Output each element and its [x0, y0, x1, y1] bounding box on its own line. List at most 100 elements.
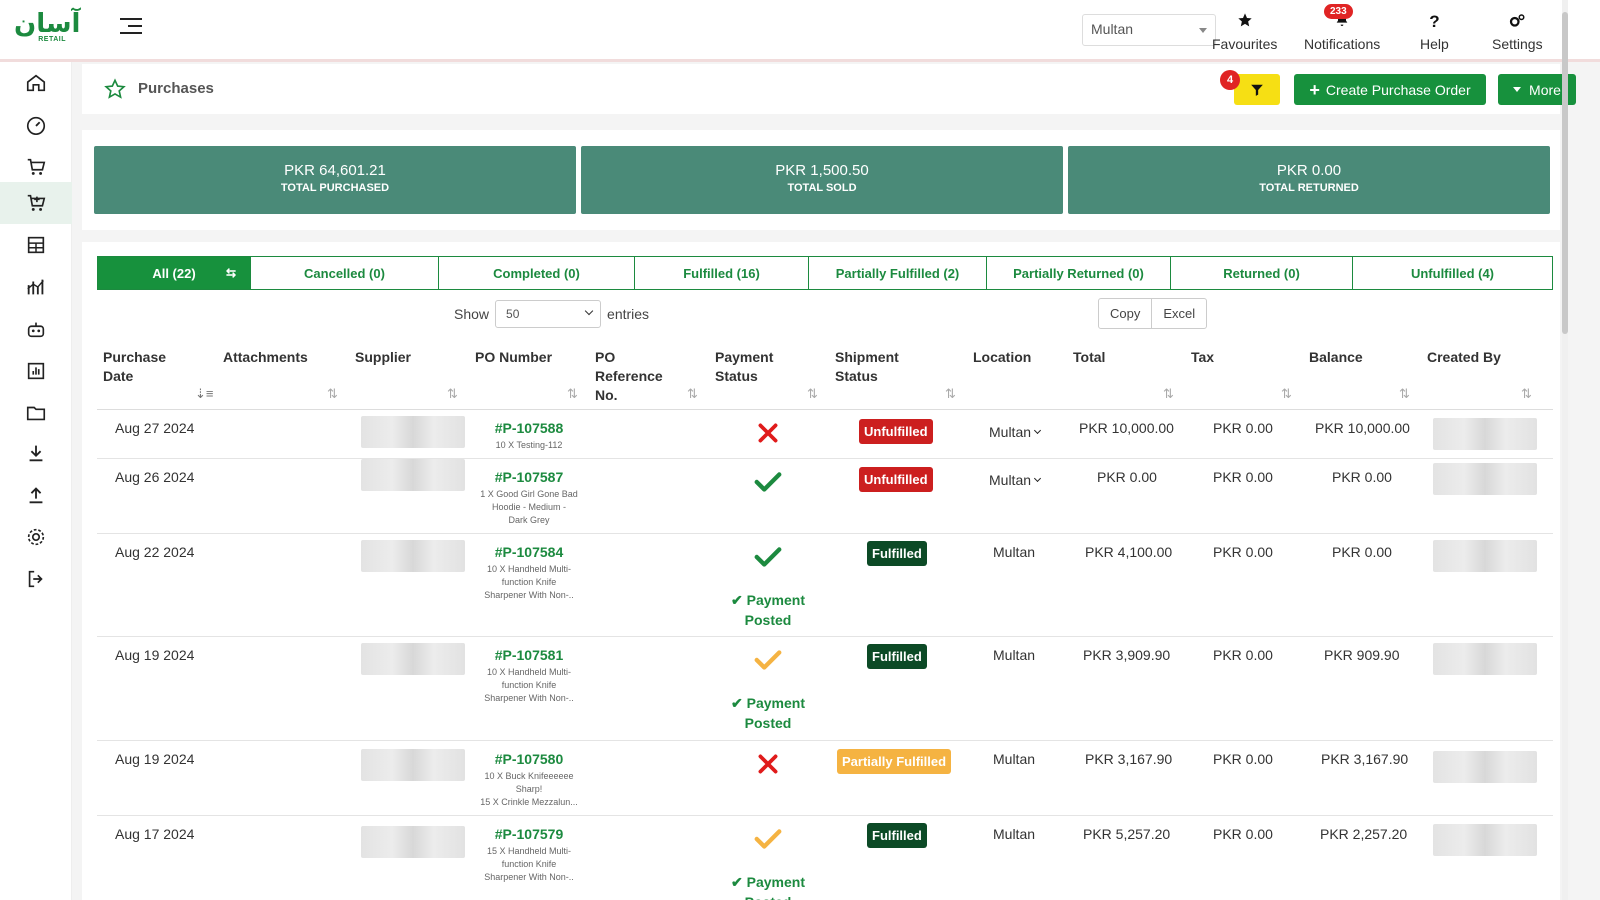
- page-header: Purchases 4 + Create Purchase Order More: [82, 64, 1576, 114]
- gear-icon: [27, 528, 45, 546]
- copy-button[interactable]: Copy: [1099, 299, 1153, 328]
- entries-select[interactable]: 50: [495, 300, 602, 328]
- po-number-link[interactable]: #P-107587: [469, 469, 589, 485]
- sidebar-item-bot[interactable]: [0, 308, 72, 350]
- table-row[interactable]: Aug 26 2024 #P-107587 1 X Good Girl Gone…: [97, 459, 1553, 534]
- tab-returned[interactable]: Returned (0): [1171, 256, 1353, 290]
- column-header-attachments[interactable]: Attachments: [223, 348, 308, 367]
- sidebar-item-dashboard[interactable]: [0, 104, 72, 146]
- menu-toggle-icon[interactable]: [120, 18, 142, 38]
- favourites-button[interactable]: Favourites: [1212, 12, 1277, 52]
- sort-icon[interactable]: ⇅: [945, 386, 956, 402]
- created-by-redacted: [1433, 418, 1537, 450]
- po-description-line: 10 X Handheld Multi-: [486, 564, 572, 574]
- tab-fulfilled[interactable]: Fulfilled (16): [635, 256, 809, 290]
- table-row[interactable]: Aug 19 2024 #P-107581 10 X Handheld Mult…: [97, 637, 1553, 741]
- sidebar-item-reports[interactable]: [0, 266, 72, 308]
- tab-completed[interactable]: Completed (0): [439, 256, 635, 290]
- column-header-payment-status[interactable]: Payment Status: [715, 348, 795, 386]
- notification-count-badge: 233: [1324, 4, 1353, 19]
- tab-all[interactable]: All (22) ⇆: [97, 256, 251, 290]
- po-description-line: 10 X Handheld Multi-: [486, 667, 572, 677]
- location-dropdown[interactable]: Multan: [989, 472, 1042, 488]
- column-header-tax[interactable]: Tax: [1191, 348, 1214, 367]
- location-dropdown[interactable]: Multan: [989, 424, 1042, 440]
- po-description: 10 X Testing-112: [469, 439, 589, 452]
- tab-label: Cancelled (0): [304, 265, 385, 281]
- create-purchase-order-button[interactable]: + Create Purchase Order: [1294, 74, 1486, 105]
- shipment-status-badge: Partially Fulfilled: [837, 749, 952, 774]
- sort-icon[interactable]: ⇅: [1521, 386, 1532, 402]
- payment-unpaid-cross-icon: [758, 754, 778, 774]
- sidebar-item-home[interactable]: [0, 62, 72, 104]
- sort-icon[interactable]: ⇅: [687, 386, 698, 402]
- po-number-link[interactable]: #P-107579: [469, 826, 589, 842]
- column-header-location[interactable]: Location: [973, 348, 1031, 367]
- created-by-redacted: [1433, 463, 1537, 495]
- sort-icon[interactable]: ⇅: [1399, 386, 1410, 402]
- table-row[interactable]: Aug 19 2024 #P-107580 10 X Buck Knifeeee…: [97, 741, 1553, 816]
- column-header-total[interactable]: Total: [1073, 348, 1105, 367]
- tax-amount: PKR 0.00: [1213, 469, 1273, 485]
- table-row[interactable]: Aug 22 2024 #P-107584 10 X Handheld Mult…: [97, 534, 1553, 637]
- folder-icon: [26, 406, 46, 421]
- sidebar-item-upload[interactable]: [0, 474, 72, 516]
- help-button[interactable]: ? Help: [1420, 12, 1449, 52]
- tab-cancelled[interactable]: Cancelled (0): [251, 256, 439, 290]
- sidebar-item-inventory[interactable]: [0, 224, 72, 266]
- inventory-icon: [27, 236, 45, 254]
- total-amount: PKR 4,100.00: [1085, 544, 1173, 560]
- sidebar-item-files[interactable]: [0, 392, 72, 434]
- sort-icon[interactable]: ⇅: [1163, 386, 1174, 402]
- excel-button[interactable]: Excel: [1152, 299, 1206, 328]
- column-header-balance[interactable]: Balance: [1309, 348, 1363, 367]
- payment-posted-label: ✔ Payment Posted: [731, 592, 805, 628]
- po-number-link[interactable]: #P-107584: [469, 544, 589, 560]
- sidebar-item-download[interactable]: [0, 432, 72, 474]
- plus-icon: +: [1309, 79, 1320, 100]
- tab-partially-returned[interactable]: Partially Returned (0): [987, 256, 1171, 290]
- po-description-line: Sharpener With Non-..: [484, 590, 574, 600]
- column-header-po-reference[interactable]: PO Reference No.: [595, 348, 675, 405]
- total-amount: PKR 10,000.00: [1079, 420, 1174, 436]
- sort-icon[interactable]: ⇅: [447, 386, 458, 402]
- po-number-link[interactable]: #P-107581: [469, 647, 589, 663]
- tab-partially-fulfilled[interactable]: Partially Fulfilled (2): [809, 256, 987, 290]
- page-scrollbar[interactable]: [1562, 0, 1568, 900]
- scrollbar-thumb[interactable]: [1562, 12, 1568, 334]
- po-number-link[interactable]: #P-107580: [469, 751, 589, 767]
- sidebar-item-analytics[interactable]: [0, 350, 72, 392]
- sort-icon[interactable]: ⇅: [327, 386, 338, 402]
- sort-desc-icon[interactable]: ⇣≡: [195, 386, 213, 402]
- favourite-star-icon[interactable]: [104, 78, 126, 100]
- app-logo[interactable]: آسان RETAIL: [14, 11, 80, 48]
- sort-icon[interactable]: ⇅: [567, 386, 578, 402]
- column-header-supplier[interactable]: Supplier: [355, 348, 411, 367]
- upload-icon: [29, 487, 43, 504]
- column-header-shipment-status[interactable]: Shipment Status: [835, 348, 915, 386]
- notifications-button[interactable]: 233 Notifications: [1304, 4, 1380, 52]
- tab-label: Partially Returned (0): [1013, 265, 1144, 281]
- tab-label: Unfulfilled (4): [1410, 265, 1495, 281]
- column-header-created-by[interactable]: Created By: [1427, 348, 1501, 367]
- entries-control: Show 50 entries: [454, 300, 649, 328]
- table-row[interactable]: Aug 17 2024 #P-107579 15 X Handheld Mult…: [97, 816, 1553, 900]
- location-value: Multan: [989, 472, 1032, 488]
- sidebar-item-purchases[interactable]: [0, 182, 72, 224]
- filter-button[interactable]: [1234, 74, 1280, 105]
- sort-icon[interactable]: ⇅: [807, 386, 818, 402]
- sidebar-item-logout[interactable]: [0, 558, 72, 600]
- settings-button[interactable]: Settings: [1492, 12, 1543, 52]
- tab-unfulfilled[interactable]: Unfulfilled (4): [1353, 256, 1553, 290]
- sort-icon[interactable]: ⇅: [1281, 386, 1292, 402]
- sidebar-item-settings[interactable]: [0, 516, 72, 558]
- table-row[interactable]: Aug 27 2024 #P-107588 10 X Testing-112 U…: [97, 410, 1553, 459]
- gears-icon: [1492, 12, 1543, 32]
- location-select[interactable]: Multan: [1082, 14, 1216, 46]
- tax-amount: PKR 0.00: [1213, 751, 1273, 767]
- po-number-link[interactable]: #P-107588: [469, 420, 589, 436]
- column-header-po-number[interactable]: PO Number: [475, 348, 552, 367]
- column-header-purchase-date[interactable]: Purchase Date: [103, 348, 183, 386]
- balance-amount: PKR 0.00: [1332, 544, 1392, 560]
- po-description: 10 X Handheld Multi- function Knife Shar…: [469, 666, 589, 705]
